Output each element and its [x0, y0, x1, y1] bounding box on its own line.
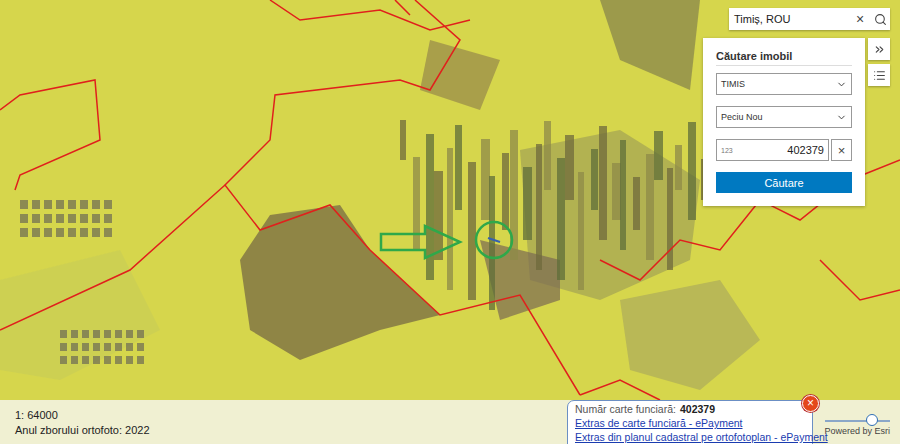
chevron-down-icon — [836, 112, 847, 123]
map-app: Timiș, ROU×Căutare imobilTIMISPeciu Nou1… — [0, 0, 900, 444]
number-field[interactable]: 123 402379 — [716, 139, 829, 161]
zoom-control: Powered by Esri — [820, 408, 890, 436]
double-chevron-icon — [873, 43, 886, 56]
search-submit-button[interactable]: Căutare — [716, 172, 852, 193]
county-select[interactable]: TIMIS — [716, 73, 852, 95]
popup-header: Număr carte funciară:402379 — [575, 402, 805, 416]
popup-close-button[interactable]: × — [802, 395, 819, 412]
parcel-popup: Număr carte funciară:402379Extras de car… — [567, 400, 813, 444]
chevron-down-icon — [836, 79, 847, 90]
property-search-panel: Căutare imobil TIMIS Peciu Nou 123 402379 × Că… — [703, 38, 865, 206]
map-info: 1: 64000 Anul zborului ortofoto: 2022 — [15, 409, 150, 436]
search-value[interactable]: Timiș, ROU — [729, 13, 850, 25]
zoom-knob[interactable] — [866, 414, 878, 426]
location-marker-icon — [381, 222, 512, 258]
search-icon — [874, 13, 887, 26]
collapse-button[interactable] — [868, 38, 890, 60]
field-clear-button[interactable]: × — [831, 139, 852, 161]
popup-link[interactable]: Extras din planul cadastral pe ortofotop… — [575, 430, 805, 444]
location-search[interactable]: Timiș, ROU× — [729, 8, 890, 30]
search-button[interactable] — [870, 8, 890, 30]
search-clear-button[interactable]: × — [850, 8, 870, 30]
map-scale: 1: 64000 — [15, 409, 150, 421]
number-value: 402379 — [787, 144, 824, 156]
ortho-year: Anul zborului ortofoto: 2022 — [15, 424, 150, 436]
attribution: Powered by Esri — [824, 426, 890, 436]
popup-link[interactable]: Extras de carte funciară - ePayment — [575, 416, 805, 430]
locality-select[interactable]: Peciu Nou — [716, 106, 852, 128]
panel-title: Căutare imobil — [716, 50, 852, 66]
number-field-row: 123 402379 × — [716, 139, 852, 161]
number-prefix: 123 — [721, 147, 733, 154]
side-toolbar — [868, 38, 890, 86]
list-icon — [873, 69, 886, 82]
zoom-slider[interactable] — [825, 420, 890, 422]
layers-button[interactable] — [868, 64, 890, 86]
